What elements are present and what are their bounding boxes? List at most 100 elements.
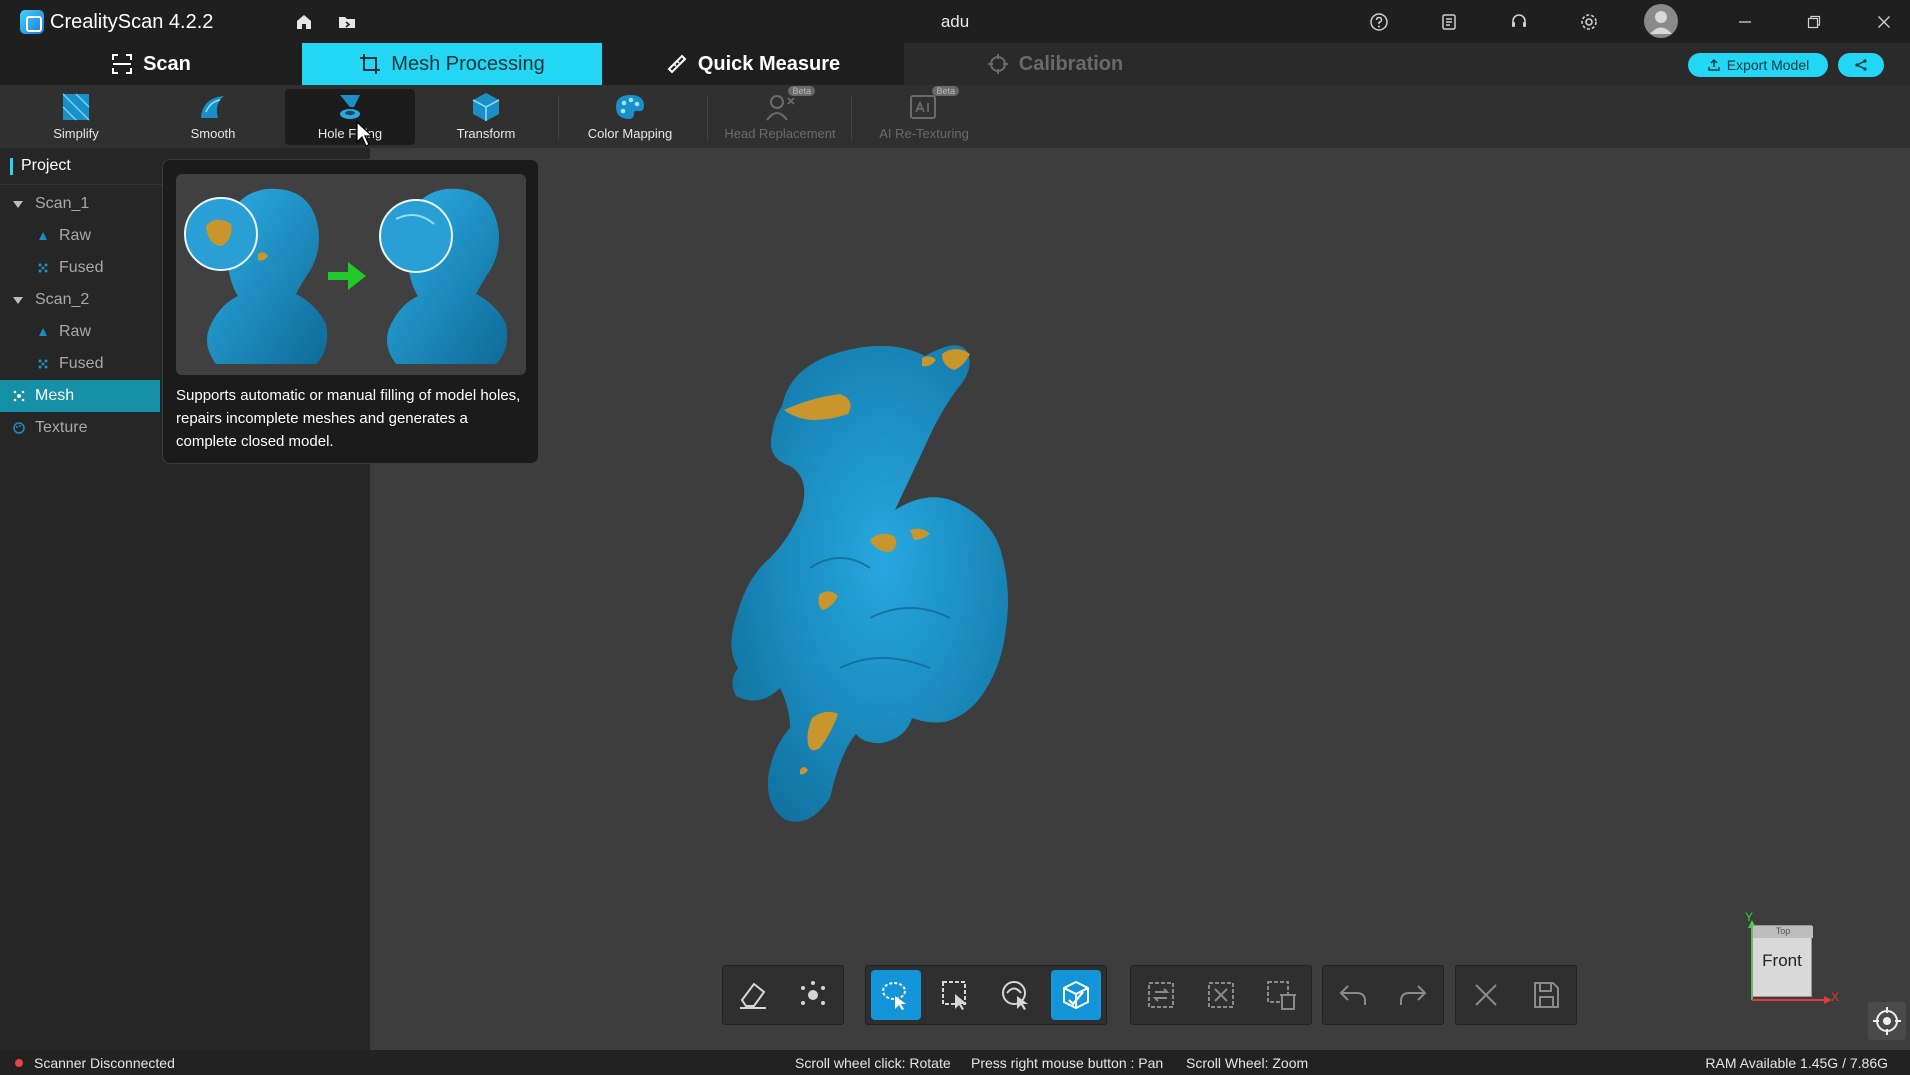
hole-filling-tooltip: Supports automatic or manual filling of …	[162, 159, 539, 464]
crosshair-icon	[987, 54, 1008, 74]
ai-retexturing-tool-button[interactable]: Beta AI Re-Texturing	[859, 86, 989, 145]
transform-icon	[469, 90, 503, 124]
tree-label: Texture	[35, 419, 88, 436]
hint-pan: Press right mouse button : Pan	[971, 1055, 1164, 1071]
color-mapping-label: Color Mapping	[587, 126, 673, 141]
eraser-tool-button[interactable]	[728, 970, 778, 1020]
ribbon-divider	[851, 95, 852, 140]
view-cube[interactable]: Top Front	[1752, 925, 1813, 997]
ai-retexturing-label: AI Re-Texturing	[879, 126, 969, 141]
brush-select-tool-button[interactable]	[991, 970, 1041, 1020]
view-cube-top-face[interactable]: Top	[1753, 926, 1813, 938]
head-replacement-label: Head Replacement	[724, 126, 836, 141]
raw-points-icon	[39, 232, 47, 240]
ai-retexturing-icon: Beta	[907, 86, 959, 124]
export-model-button[interactable]: Export Model	[1688, 53, 1828, 77]
tree-label: Raw	[59, 323, 92, 340]
tab-scan-label: Scan	[143, 52, 191, 75]
lasso-select-icon	[882, 982, 906, 1010]
minimize-icon[interactable]	[1733, 10, 1757, 34]
tab-quick-measure[interactable]: Quick Measure	[602, 43, 904, 85]
app-logo	[20, 10, 44, 34]
reset-view-button[interactable]	[1868, 1002, 1906, 1040]
target-recenter-icon	[1873, 1007, 1901, 1035]
title-bar: CrealityScan 4.2.2 adu	[0, 0, 1910, 43]
invert-selection-button[interactable]	[1136, 970, 1186, 1020]
head-replacement-tool-button[interactable]: Beta Head Replacement	[715, 86, 845, 145]
tool-ribbon: Simplify Smooth Hole Filling Transform C…	[0, 85, 1910, 148]
points-icon	[801, 981, 825, 1005]
tab-mesh-processing[interactable]: Mesh Processing	[302, 43, 602, 85]
selection-tools-group	[865, 965, 1107, 1025]
tree-label: Mesh	[35, 387, 75, 404]
mesh-icon	[13, 390, 25, 402]
smooth-label: Smooth	[190, 126, 236, 141]
help-icon[interactable]	[1367, 10, 1391, 34]
project-name: adu	[940, 12, 970, 31]
raw-points-icon	[39, 328, 47, 336]
transform-tool-button[interactable]: Transform	[421, 89, 551, 145]
rect-select-tool-button[interactable]	[931, 970, 981, 1020]
status-bar: Scanner Disconnected Scroll wheel click:…	[0, 1050, 1910, 1075]
ram-available: RAM Available 1.45G / 7.86G	[1705, 1055, 1888, 1071]
history-group	[1322, 965, 1444, 1025]
tab-scan[interactable]: Scan	[0, 43, 302, 85]
share-icon	[1855, 59, 1867, 71]
redo-icon	[1400, 985, 1427, 1005]
rectangle-select-icon	[942, 981, 967, 1010]
invert-selection-icon	[1148, 982, 1174, 1008]
notes-icon[interactable]	[1437, 10, 1461, 34]
tab-quick-measure-label: Quick Measure	[697, 52, 841, 75]
tab-mesh-processing-label: Mesh Processing	[391, 52, 545, 75]
scanner-status-text: Scanner Disconnected	[34, 1055, 175, 1071]
hole-filling-tool-button[interactable]: Hole Filling	[285, 89, 415, 145]
tree-label: Scan_2	[35, 291, 90, 308]
mouse-cursor-icon	[356, 120, 374, 147]
cancel-button[interactable]	[1461, 970, 1511, 1020]
mesh-model[interactable]	[370, 148, 1910, 1050]
support-headset-icon[interactable]	[1507, 10, 1531, 34]
expand-caret-icon[interactable]	[13, 200, 23, 208]
user-avatar[interactable]	[1644, 4, 1678, 38]
redo-button[interactable]	[1388, 970, 1438, 1020]
color-mapping-tool-button[interactable]: Color Mapping	[565, 89, 695, 145]
smooth-tool-button[interactable]: Smooth	[148, 89, 278, 145]
select-visible-only-toggle[interactable]	[1051, 970, 1101, 1020]
delete-selection-button[interactable]	[1256, 970, 1306, 1020]
panel-accent-bar	[10, 158, 13, 175]
hole-filling-description: Supports automatic or manual filling of …	[176, 387, 521, 450]
lasso-select-tool-button[interactable]	[871, 970, 921, 1020]
tree-label: Scan_1	[35, 195, 90, 212]
expand-caret-icon[interactable]	[13, 296, 23, 304]
color-mapping-icon	[613, 90, 647, 124]
simplify-tool-button[interactable]: Simplify	[11, 89, 141, 145]
simplify-icon	[59, 90, 93, 124]
crop-icon	[360, 54, 381, 74]
simplify-label: Simplify	[53, 126, 99, 141]
fused-points-icon	[38, 263, 48, 273]
delete-selection-icon	[1267, 981, 1296, 1010]
restore-icon[interactable]	[1802, 10, 1826, 34]
undo-button[interactable]	[1328, 970, 1378, 1020]
axis-y-label: Y	[1745, 910, 1754, 924]
cube-select-icon	[1063, 980, 1089, 1010]
home-icon[interactable]	[292, 10, 316, 34]
save-button[interactable]	[1521, 970, 1571, 1020]
close-icon	[1475, 984, 1497, 1006]
tab-calibration[interactable]: Calibration	[904, 43, 1206, 85]
clear-selection-button[interactable]	[1196, 970, 1246, 1020]
head-replacement-beta-badge: Beta	[788, 86, 815, 96]
share-button[interactable]	[1838, 53, 1884, 77]
3d-viewport[interactable]	[370, 148, 1910, 1050]
settings-gear-icon[interactable]	[1577, 10, 1601, 34]
tree-label: Fused	[59, 355, 104, 372]
ruler-icon	[667, 54, 687, 74]
tree-item-mesh[interactable]: Mesh	[0, 380, 160, 412]
export-icon	[1708, 58, 1720, 71]
close-window-icon[interactable]	[1872, 10, 1896, 34]
axis-x-label: X	[1831, 990, 1840, 1004]
ai-retexturing-beta-badge: Beta	[932, 86, 959, 96]
view-cube-front-face[interactable]: Front	[1762, 951, 1802, 971]
open-folder-icon[interactable]	[335, 10, 359, 34]
point-select-tool-button[interactable]	[788, 970, 838, 1020]
